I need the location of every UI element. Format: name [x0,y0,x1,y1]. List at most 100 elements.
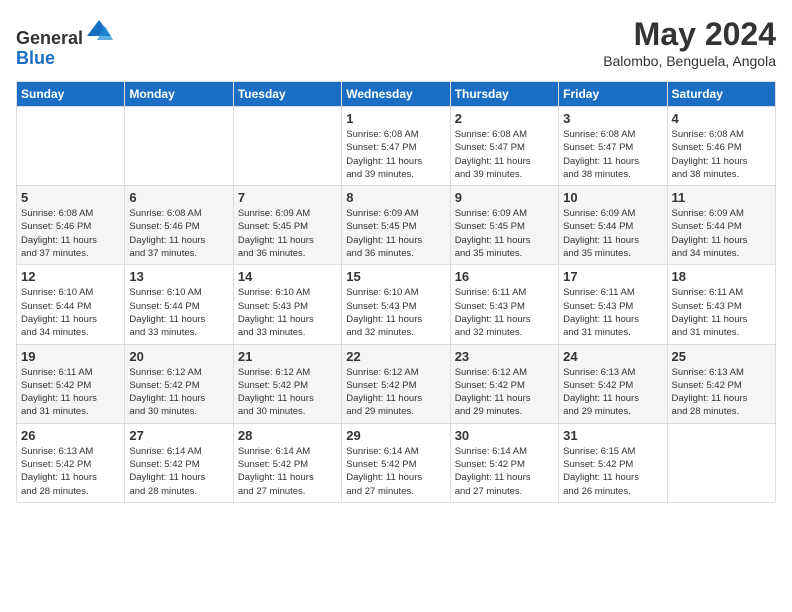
day-info: Sunrise: 6:14 AMSunset: 5:42 PMDaylight:… [238,445,337,498]
day-info: Sunrise: 6:14 AMSunset: 5:42 PMDaylight:… [346,445,445,498]
calendar-cell: 28 Sunrise: 6:14 AMSunset: 5:42 PMDayligh… [233,423,341,502]
calendar-cell: 18 Sunrise: 6:11 AMSunset: 5:43 PMDayligh… [667,265,775,344]
day-number: 4 [672,111,771,126]
day-info: Sunrise: 6:10 AMSunset: 5:43 PMDaylight:… [346,286,445,339]
day-info: Sunrise: 6:09 AMSunset: 5:44 PMDaylight:… [672,207,771,260]
calendar-cell: 21 Sunrise: 6:12 AMSunset: 5:42 PMDayligh… [233,344,341,423]
day-number: 18 [672,269,771,284]
day-number: 26 [21,428,120,443]
day-info: Sunrise: 6:08 AMSunset: 5:47 PMDaylight:… [346,128,445,181]
day-info: Sunrise: 6:12 AMSunset: 5:42 PMDaylight:… [238,366,337,419]
title-block: May 2024 Balombo, Benguela, Angola [603,16,776,69]
calendar-cell [125,107,233,186]
calendar-cell: 19 Sunrise: 6:11 AMSunset: 5:42 PMDayligh… [17,344,125,423]
day-number: 3 [563,111,662,126]
logo-general: General [16,28,83,48]
calendar-cell: 31Sunrise: 6:15 AMSunset: 5:42 PMDayligh… [559,423,667,502]
day-info: Sunrise: 6:09 AMSunset: 5:45 PMDaylight:… [238,207,337,260]
day-info: Sunrise: 6:10 AMSunset: 5:44 PMDaylight:… [21,286,120,339]
day-info: Sunrise: 6:10 AMSunset: 5:43 PMDaylight:… [238,286,337,339]
day-number: 28 [238,428,337,443]
page-header: General Blue May 2024 Balombo, Benguela,… [16,16,776,69]
day-number: 19 [21,349,120,364]
calendar-cell: 22Sunrise: 6:12 AMSunset: 5:42 PMDayligh… [342,344,450,423]
calendar-cell: 9 Sunrise: 6:09 AMSunset: 5:45 PMDaylight… [450,186,558,265]
day-info: Sunrise: 6:08 AMSunset: 5:46 PMDaylight:… [129,207,228,260]
weekday-header-friday: Friday [559,82,667,107]
calendar-cell: 2 Sunrise: 6:08 AMSunset: 5:47 PMDaylight… [450,107,558,186]
day-number: 10 [563,190,662,205]
calendar-cell: 10 Sunrise: 6:09 AMSunset: 5:44 PMDayligh… [559,186,667,265]
calendar-cell: 5 Sunrise: 6:08 AMSunset: 5:46 PMDaylight… [17,186,125,265]
calendar-cell: 24 Sunrise: 6:13 AMSunset: 5:42 PMDayligh… [559,344,667,423]
day-number: 17 [563,269,662,284]
weekday-header-wednesday: Wednesday [342,82,450,107]
day-info: Sunrise: 6:09 AMSunset: 5:45 PMDaylight:… [455,207,554,260]
calendar-week-1: 1Sunrise: 6:08 AMSunset: 5:47 PMDaylight… [17,107,776,186]
calendar-cell: 6 Sunrise: 6:08 AMSunset: 5:46 PMDaylight… [125,186,233,265]
calendar-cell: 13 Sunrise: 6:10 AMSunset: 5:44 PMDayligh… [125,265,233,344]
day-info: Sunrise: 6:09 AMSunset: 5:45 PMDaylight:… [346,207,445,260]
calendar-week-4: 19 Sunrise: 6:11 AMSunset: 5:42 PMDayligh… [17,344,776,423]
day-info: Sunrise: 6:08 AMSunset: 5:46 PMDaylight:… [672,128,771,181]
calendar-cell: 14 Sunrise: 6:10 AMSunset: 5:43 PMDayligh… [233,265,341,344]
day-info: Sunrise: 6:11 AMSunset: 5:43 PMDaylight:… [563,286,662,339]
calendar-cell: 11Sunrise: 6:09 AMSunset: 5:44 PMDayligh… [667,186,775,265]
day-info: Sunrise: 6:10 AMSunset: 5:44 PMDaylight:… [129,286,228,339]
day-number: 13 [129,269,228,284]
calendar-cell: 12 Sunrise: 6:10 AMSunset: 5:44 PMDayligh… [17,265,125,344]
day-number: 9 [455,190,554,205]
calendar-cell: 16 Sunrise: 6:11 AMSunset: 5:43 PMDayligh… [450,265,558,344]
calendar-cell: 27Sunrise: 6:14 AMSunset: 5:42 PMDayligh… [125,423,233,502]
day-info: Sunrise: 6:13 AMSunset: 5:42 PMDaylight:… [21,445,120,498]
day-info: Sunrise: 6:08 AMSunset: 5:46 PMDaylight:… [21,207,120,260]
logo-text: General Blue [16,16,113,69]
day-info: Sunrise: 6:11 AMSunset: 5:43 PMDaylight:… [455,286,554,339]
calendar-cell: 25Sunrise: 6:13 AMSunset: 5:42 PMDayligh… [667,344,775,423]
day-number: 12 [21,269,120,284]
day-info: Sunrise: 6:12 AMSunset: 5:42 PMDaylight:… [129,366,228,419]
day-number: 20 [129,349,228,364]
day-info: Sunrise: 6:12 AMSunset: 5:42 PMDaylight:… [455,366,554,419]
day-info: Sunrise: 6:08 AMSunset: 5:47 PMDaylight:… [455,128,554,181]
logo-icon [85,16,113,44]
weekday-header-monday: Monday [125,82,233,107]
calendar-cell: 7 Sunrise: 6:09 AMSunset: 5:45 PMDaylight… [233,186,341,265]
day-number: 24 [563,349,662,364]
weekday-header-thursday: Thursday [450,82,558,107]
weekday-header-tuesday: Tuesday [233,82,341,107]
day-number: 16 [455,269,554,284]
weekday-header-sunday: Sunday [17,82,125,107]
calendar-cell [667,423,775,502]
day-number: 8 [346,190,445,205]
calendar-header: SundayMondayTuesdayWednesdayThursdayFrid… [17,82,776,107]
weekday-header-saturday: Saturday [667,82,775,107]
logo: General Blue [16,16,113,69]
day-number: 23 [455,349,554,364]
day-info: Sunrise: 6:13 AMSunset: 5:42 PMDaylight:… [563,366,662,419]
calendar-cell [233,107,341,186]
day-number: 7 [238,190,337,205]
month-title: May 2024 [603,16,776,53]
calendar-cell: 17 Sunrise: 6:11 AMSunset: 5:43 PMDayligh… [559,265,667,344]
weekday-header-row: SundayMondayTuesdayWednesdayThursdayFrid… [17,82,776,107]
location: Balombo, Benguela, Angola [603,53,776,69]
calendar-cell: 1Sunrise: 6:08 AMSunset: 5:47 PMDaylight… [342,107,450,186]
calendar-cell: 4 Sunrise: 6:08 AMSunset: 5:46 PMDaylight… [667,107,775,186]
day-number: 2 [455,111,554,126]
day-info: Sunrise: 6:11 AMSunset: 5:42 PMDaylight:… [21,366,120,419]
day-number: 21 [238,349,337,364]
day-number: 14 [238,269,337,284]
day-number: 5 [21,190,120,205]
day-info: Sunrise: 6:11 AMSunset: 5:43 PMDaylight:… [672,286,771,339]
day-info: Sunrise: 6:09 AMSunset: 5:44 PMDaylight:… [563,207,662,260]
calendar-week-2: 5 Sunrise: 6:08 AMSunset: 5:46 PMDaylight… [17,186,776,265]
day-info: Sunrise: 6:14 AMSunset: 5:42 PMDaylight:… [129,445,228,498]
day-number: 6 [129,190,228,205]
calendar-cell: 20 Sunrise: 6:12 AMSunset: 5:42 PMDayligh… [125,344,233,423]
calendar-cell: 29Sunrise: 6:14 AMSunset: 5:42 PMDayligh… [342,423,450,502]
day-number: 30 [455,428,554,443]
calendar-cell [17,107,125,186]
day-info: Sunrise: 6:14 AMSunset: 5:42 PMDaylight:… [455,445,554,498]
day-info: Sunrise: 6:15 AMSunset: 5:42 PMDaylight:… [563,445,662,498]
